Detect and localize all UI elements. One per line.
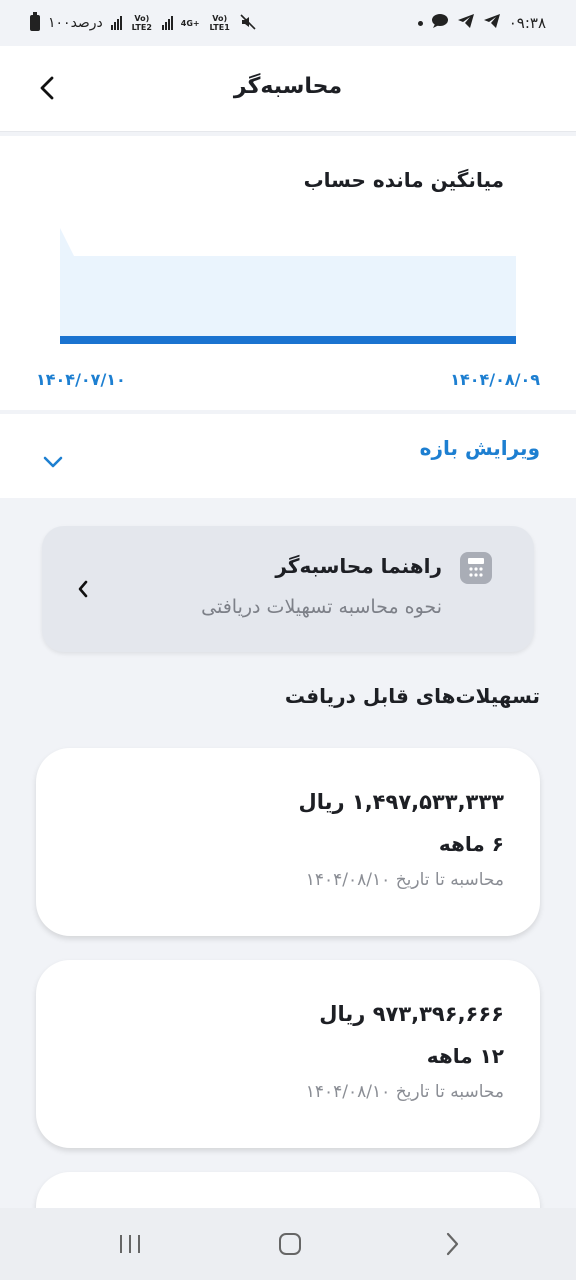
- clock-time: ۰۹:۳۸: [508, 14, 546, 32]
- balance-chart: [60, 228, 516, 344]
- network-type-label: 4G+: [180, 18, 200, 28]
- dot-icon: [417, 20, 423, 26]
- loan-date-note: محاسبه تا تاریخ ۱۴۰۴/۰۸/۱۰: [305, 1082, 504, 1102]
- app-bar: محاسبه‌گر: [0, 46, 576, 132]
- mute-icon: [240, 13, 256, 33]
- loan-term: ۶ ماهه: [438, 832, 504, 856]
- chart-line: [60, 336, 516, 344]
- chevron-left-icon: [78, 580, 88, 598]
- sim2-label: Vo) LTE2: [131, 14, 152, 32]
- loan-term: ۱۲ ماهه: [426, 1044, 504, 1068]
- chevron-down-icon: [43, 456, 63, 468]
- edit-range-toggle[interactable]: ویرایش بازه: [0, 414, 576, 498]
- chart-end-date: ۱۴۰۴/۰۸/۰۹: [450, 370, 540, 389]
- battery-icon: [30, 12, 40, 31]
- chat-icon: [431, 13, 449, 33]
- calculator-icon: [460, 552, 492, 584]
- loan-date-note: محاسبه تا تاریخ ۱۴۰۴/۰۸/۱۰: [305, 870, 504, 890]
- chevron-right-icon: [446, 1232, 459, 1256]
- recents-icon: [120, 1235, 140, 1253]
- loan-amount: ۹۷۳,۳۹۶,۶۶۶ ریال: [319, 1002, 504, 1026]
- chart-start-date: ۱۴۰۴/۰۷/۱۰: [36, 370, 126, 389]
- status-right: ۰۹:۳۸: [417, 13, 546, 33]
- calculator-guide-card[interactable]: راهنما محاسبه‌گر نحوه محاسبه تسهیلات دری…: [42, 526, 534, 652]
- chart-area: [60, 228, 516, 340]
- edit-range-label: ویرایش بازه: [419, 436, 540, 460]
- status-left: ۱۰۰درصد Vo) LTE2 4G+ Vo) LTE1: [30, 12, 256, 33]
- loan-card[interactable]: ۹۷۳,۳۹۶,۶۶۶ ریال ۱۲ ماهه محاسبه تا تاریخ…: [36, 960, 540, 1148]
- telegram-icon-2: [483, 13, 501, 33]
- battery-level: ۱۰۰درصد: [48, 15, 103, 31]
- signal-icon: [110, 16, 122, 30]
- system-nav-bar: [0, 1208, 576, 1280]
- loan-card[interactable]: ۱,۴۹۷,۵۳۳,۳۳۳ ریال ۶ ماهه محاسبه تا تاری…: [36, 748, 540, 936]
- home-button[interactable]: [270, 1228, 310, 1260]
- signal-icon-2: [161, 16, 173, 30]
- guide-subtitle: نحوه محاسبه تسهیلات دریافتی: [201, 596, 442, 618]
- home-icon: [279, 1233, 301, 1255]
- status-bar: ۱۰۰درصد Vo) LTE2 4G+ Vo) LTE1 ۰۹:۳۸: [0, 0, 576, 46]
- page-title: محاسبه‌گر: [233, 74, 343, 99]
- sim1-label: Vo) LTE1: [209, 14, 230, 32]
- balance-chart-card: میانگین مانده حساب ۱۴۰۴/۰۷/۱۰ ۱۴۰۴/۰۸/۰۹: [0, 136, 576, 410]
- recents-button[interactable]: [110, 1228, 150, 1260]
- back-nav-button[interactable]: [432, 1228, 472, 1260]
- loans-section-title: تسهیلات‌های قابل دریافت: [284, 684, 540, 708]
- guide-title: راهنما محاسبه‌گر: [275, 554, 442, 578]
- loan-amount: ۱,۴۹۷,۵۳۳,۳۳۳ ریال: [298, 790, 504, 814]
- telegram-icon: [457, 13, 475, 33]
